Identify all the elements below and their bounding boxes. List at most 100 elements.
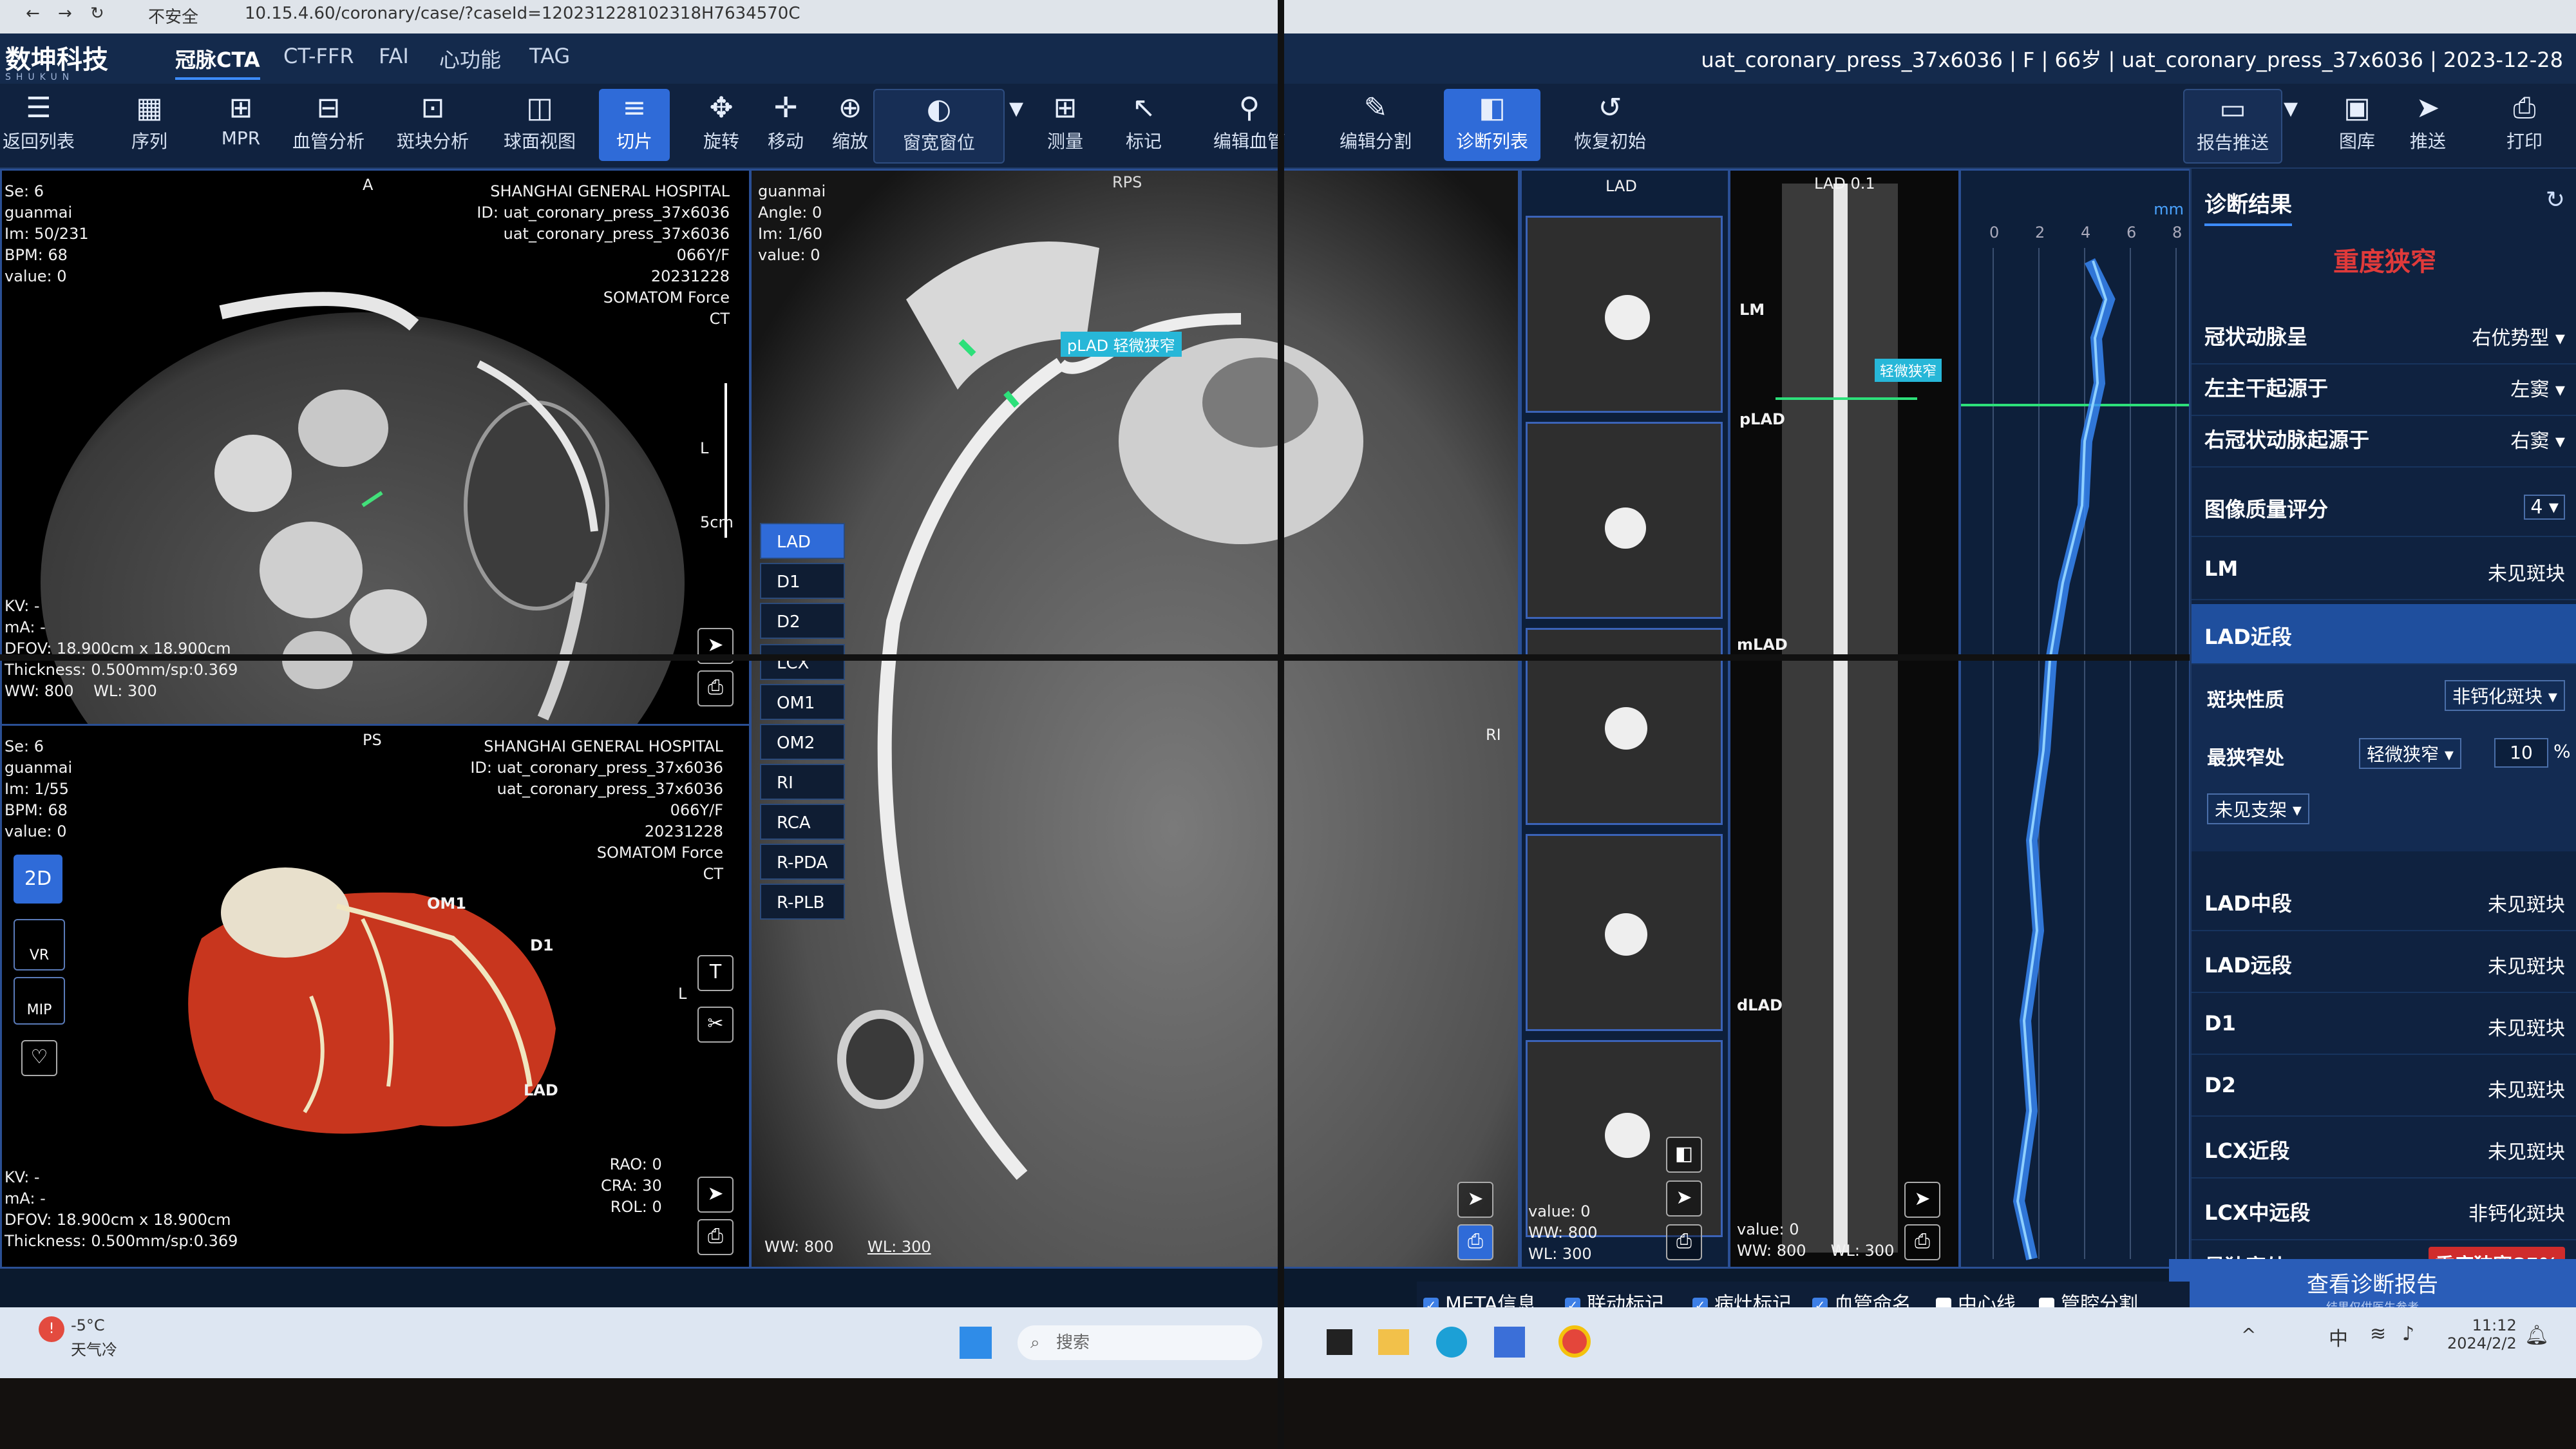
sphere-view-button[interactable]: ◫ 球面视图 xyxy=(501,89,578,161)
axial-viewport[interactable]: A Se: 6 guanmai Im: 50/231 BPM: 68 value… xyxy=(0,169,751,726)
straightened-vessel-panel[interactable]: LAD 0.1 LM pLAD mLAD dLAD 轻微狭窄 value: 0 … xyxy=(1728,169,1960,1269)
vessel-item-om1[interactable]: OM1 xyxy=(760,684,845,720)
print-button[interactable]: ⎙ 打印 xyxy=(2486,89,2563,161)
text-icon[interactable]: T xyxy=(697,955,734,991)
back-icon[interactable]: ← xyxy=(26,4,40,23)
tab-tag[interactable]: TAG xyxy=(529,44,570,68)
notification-icon[interactable]: 🔔︎ xyxy=(2524,1324,2549,1347)
row-value[interactable]: 4 ▾ xyxy=(2524,495,2565,520)
url-text[interactable]: 10.15.4.60/coronary/case/?caseId=1202312… xyxy=(245,4,800,23)
vessel-item-r-plb[interactable]: R-PLB xyxy=(760,884,845,920)
vessel-item-r-pda[interactable]: R-PDA xyxy=(760,844,845,880)
row-lad-distal[interactable]: LAD远段 未见斑块 xyxy=(2192,933,2576,993)
push-button[interactable]: ➤ 推送 xyxy=(2389,89,2467,161)
scissors-icon[interactable]: ✂ xyxy=(697,1007,734,1043)
file-explorer-icon[interactable] xyxy=(1378,1329,1409,1355)
vessel-item-ri[interactable]: RI xyxy=(760,764,845,800)
tab-fai[interactable]: FAI xyxy=(379,44,409,68)
volume-icon[interactable]: ♪ xyxy=(2402,1323,2414,1345)
row-d1[interactable]: D1 未见斑块 xyxy=(2192,994,2576,1055)
clock[interactable]: 11:12 2024/2/2 xyxy=(2447,1316,2517,1352)
print-icon[interactable]: ⎙ xyxy=(1457,1224,1493,1260)
window-level-button[interactable]: ◐ 窗宽窗位 xyxy=(873,89,1005,164)
row-d2[interactable]: D2 未见斑块 xyxy=(2192,1056,2576,1117)
row-lcx-proximal[interactable]: LCX近段 未见斑块 xyxy=(2192,1118,2576,1179)
forward-icon[interactable]: → xyxy=(58,4,72,23)
print-icon[interactable]: ⎙ xyxy=(697,670,734,706)
plaque-analysis-button[interactable]: ⊡ 斑块分析 xyxy=(394,89,471,161)
mode-mip-button[interactable]: MIP xyxy=(14,977,65,1025)
browser-address-bar[interactable]: ← → ↻ 不安全 10.15.4.60/coronary/case/?case… xyxy=(0,0,2576,33)
row-lad-mid[interactable]: LAD中段 未见斑块 xyxy=(2192,871,2576,931)
wifi-icon[interactable]: ≋ xyxy=(2370,1323,2386,1345)
heart-icon[interactable]: ♡ xyxy=(21,1040,57,1076)
cross-section-panel[interactable]: LAD value: 0 WW: 800 WL: 300 ◧ ➤ ⎙ xyxy=(1520,169,1730,1269)
vessel-item-rca[interactable]: RCA xyxy=(760,804,845,840)
vessel-item-lad[interactable]: LAD xyxy=(760,523,845,559)
vessel-item-lcx[interactable]: LCX xyxy=(760,644,845,680)
store-icon[interactable] xyxy=(1494,1327,1525,1358)
plaque-select[interactable]: 非钙化斑块 ▾ xyxy=(2445,680,2565,711)
mpr-button[interactable]: ⊞ MPR xyxy=(202,89,279,161)
row-lcx-mid-distal[interactable]: LCX中远段 非钙化斑块 xyxy=(2192,1180,2576,1240)
row-lad-proximal[interactable]: LAD近段 xyxy=(2192,604,2576,665)
ime-indicator[interactable]: 中 xyxy=(2329,1323,2348,1351)
stenosis-select[interactable]: 轻微狭窄 ▾ xyxy=(2359,738,2461,769)
back-to-list-button[interactable]: ☰ 返回列表 xyxy=(0,89,77,161)
taskbar-app-icon[interactable] xyxy=(1327,1329,1352,1355)
stenosis-marker-label[interactable]: pLAD 轻微狭窄 xyxy=(1061,332,1182,357)
send-icon[interactable]: ➤ xyxy=(697,1177,734,1213)
chrome-icon[interactable] xyxy=(1558,1325,1591,1358)
tray-chevron-icon[interactable]: ^ xyxy=(2241,1324,2256,1345)
vr-viewport[interactable]: PS Se: 6 guanmai Im: 1/55 BPM: 68 value:… xyxy=(0,724,751,1269)
row-value[interactable]: 右优势型 ▾ xyxy=(2472,322,2565,350)
refresh-icon[interactable]: ↻ xyxy=(2546,187,2565,213)
send-icon[interactable]: ➤ xyxy=(1904,1182,1940,1218)
vessel-analysis-button[interactable]: ⊟ 血管分析 xyxy=(290,89,367,161)
report-push-dropdown[interactable]: ▾ xyxy=(2281,89,2300,161)
layout-icon[interactable]: ◧ xyxy=(1666,1137,1702,1173)
taskbar-search[interactable]: ⌕ 搜索 xyxy=(1018,1325,1262,1360)
cpr-viewport[interactable]: RPS guanmai Angle: 0 Im: 1/60 value: 0 p… xyxy=(750,169,1520,1269)
vessel-item-d1[interactable]: D1 xyxy=(760,563,845,599)
measure-button[interactable]: ⊞ 测量 xyxy=(1027,89,1104,161)
print-icon[interactable]: ⎙ xyxy=(1904,1224,1940,1260)
tab-ctffr[interactable]: CT-FFR xyxy=(283,44,354,68)
cross-section-2[interactable] xyxy=(1526,422,1723,619)
mark-button[interactable]: ↖ 标记 xyxy=(1105,89,1182,161)
gallery-button[interactable]: ▣ 图库 xyxy=(2318,89,2396,161)
edit-vessel-button[interactable]: ⚲ 编辑血管 xyxy=(1198,89,1301,161)
send-icon[interactable]: ➤ xyxy=(1666,1180,1702,1217)
row-value[interactable]: 右窦 ▾ xyxy=(2510,425,2565,453)
row-rca-origin[interactable]: 右冠状动脉起源于 右窦 ▾ xyxy=(2192,407,2576,468)
weather-icon[interactable]: ! xyxy=(39,1316,64,1342)
mode-vr-button[interactable]: VR xyxy=(14,919,65,971)
tab-cta[interactable]: 冠脉CTA xyxy=(175,44,260,80)
edit-segmentation-button[interactable]: ✎ 编辑分割 xyxy=(1324,89,1427,161)
straight-stenosis-label[interactable]: 轻微狭窄 xyxy=(1875,359,1942,382)
diagnosis-list-button[interactable]: ◧ 诊断列表 xyxy=(1444,89,1540,161)
slice-button[interactable]: ≡ 切片 xyxy=(599,89,670,161)
row-value[interactable]: 左窦 ▾ xyxy=(2510,374,2565,402)
cross-section-1[interactable] xyxy=(1526,216,1723,413)
stenosis-percent-input[interactable]: 10 xyxy=(2494,738,2548,768)
send-icon[interactable]: ➤ xyxy=(1457,1182,1493,1218)
report-push-button[interactable]: ▭ 报告推送 xyxy=(2183,89,2282,164)
mode-2d-button[interactable]: 2D xyxy=(14,855,62,904)
row-lm[interactable]: LM 未见斑块 xyxy=(2192,540,2576,600)
cross-section-4[interactable] xyxy=(1526,834,1723,1031)
stent-select[interactable]: 未见支架 ▾ xyxy=(2207,793,2309,824)
print-icon[interactable]: ⎙ xyxy=(1666,1224,1702,1260)
windows-start-icon[interactable] xyxy=(960,1327,992,1359)
tab-cardiac[interactable]: 心功能 xyxy=(439,44,501,73)
reset-button[interactable]: ↺ 恢复初始 xyxy=(1558,89,1662,161)
diameter-graph-panel[interactable]: mm 0 2 4 6 8 xyxy=(1959,169,2191,1269)
edge-icon[interactable] xyxy=(1436,1327,1467,1358)
row-image-quality[interactable]: 图像质量评分 4 ▾ xyxy=(2192,477,2576,537)
reload-icon[interactable]: ↻ xyxy=(90,4,104,23)
window-level-dropdown[interactable]: ▾ xyxy=(1005,89,1028,161)
print-icon[interactable]: ⎙ xyxy=(697,1219,734,1255)
vessel-item-d2[interactable]: D2 xyxy=(760,603,845,639)
series-button[interactable]: ▦ 序列 xyxy=(111,89,188,161)
vessel-item-om2[interactable]: OM2 xyxy=(760,724,845,760)
